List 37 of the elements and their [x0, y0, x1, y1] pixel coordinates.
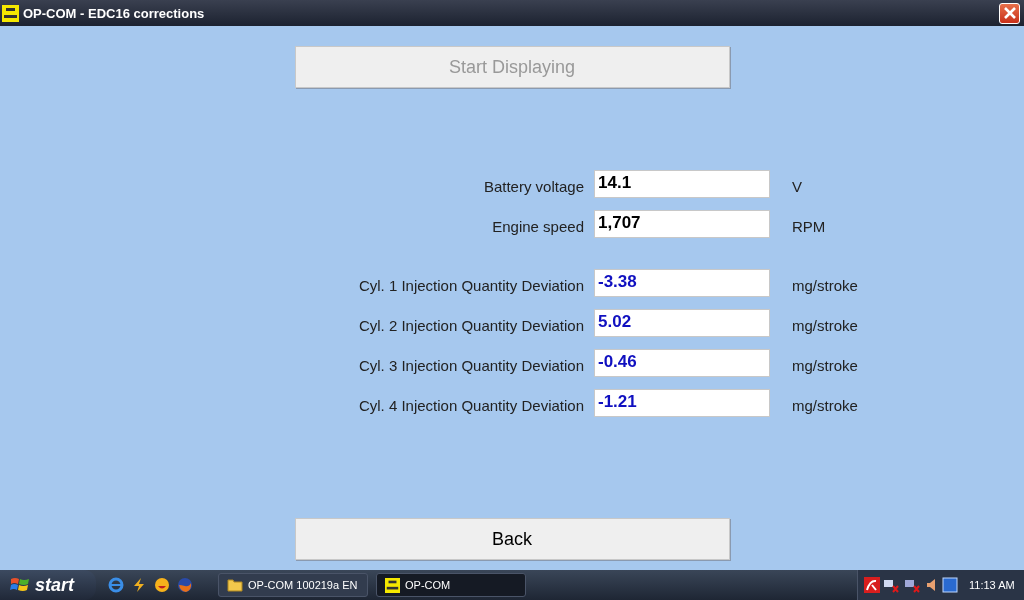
folder-icon [227, 578, 243, 592]
reading-label: Cyl. 1 Injection Quantity Deviation [357, 275, 584, 294]
unit-label: RPM [791, 216, 827, 235]
unit-label: mg/stroke [791, 395, 859, 414]
fox-globe-icon[interactable] [177, 577, 193, 593]
clock: 11:13 AM [969, 579, 1015, 591]
close-icon [1002, 6, 1017, 20]
reading-value: -1.21 [594, 389, 770, 417]
close-button[interactable] [999, 2, 1020, 24]
reading-value: 5.02 [594, 309, 770, 337]
reading-value: 1,707 [594, 210, 770, 238]
reading-label: Cyl. 4 Injection Quantity Deviation [357, 395, 584, 414]
window-title: OP-COM - EDC16 corrections [23, 5, 206, 21]
antivirus-icon[interactable] [864, 577, 880, 593]
taskbar-button[interactable]: OP-COM 100219a EN [218, 573, 368, 597]
reading-value: -3.38 [594, 269, 770, 297]
unit-label: mg/stroke [791, 355, 859, 374]
reading-label: Cyl. 3 Injection Quantity Deviation [357, 355, 584, 374]
reading-value: -0.46 [594, 349, 770, 377]
network-disconnected-icon[interactable] [904, 577, 922, 593]
network-disconnected-icon[interactable] [883, 577, 901, 593]
unit-label: mg/stroke [791, 315, 859, 334]
smiley-icon[interactable] [154, 577, 170, 593]
lightning-icon[interactable] [131, 577, 147, 593]
start-button[interactable]: start [0, 570, 96, 600]
browser-icon[interactable] [108, 577, 124, 593]
unit-label: V [791, 176, 803, 195]
unit-label: mg/stroke [791, 275, 859, 294]
back-button[interactable]: Back [294, 518, 730, 560]
app-logo-icon [385, 577, 400, 593]
reading-label: Cyl. 2 Injection Quantity Deviation [357, 315, 584, 334]
reading-value: 14.1 [594, 170, 770, 198]
app-logo-icon [2, 4, 19, 22]
reading-label: Engine speed [491, 216, 584, 235]
reading-label: Battery voltage [482, 176, 584, 195]
taskbar-button[interactable]: OP-COM [376, 573, 526, 597]
windows-flag-icon [10, 576, 30, 594]
